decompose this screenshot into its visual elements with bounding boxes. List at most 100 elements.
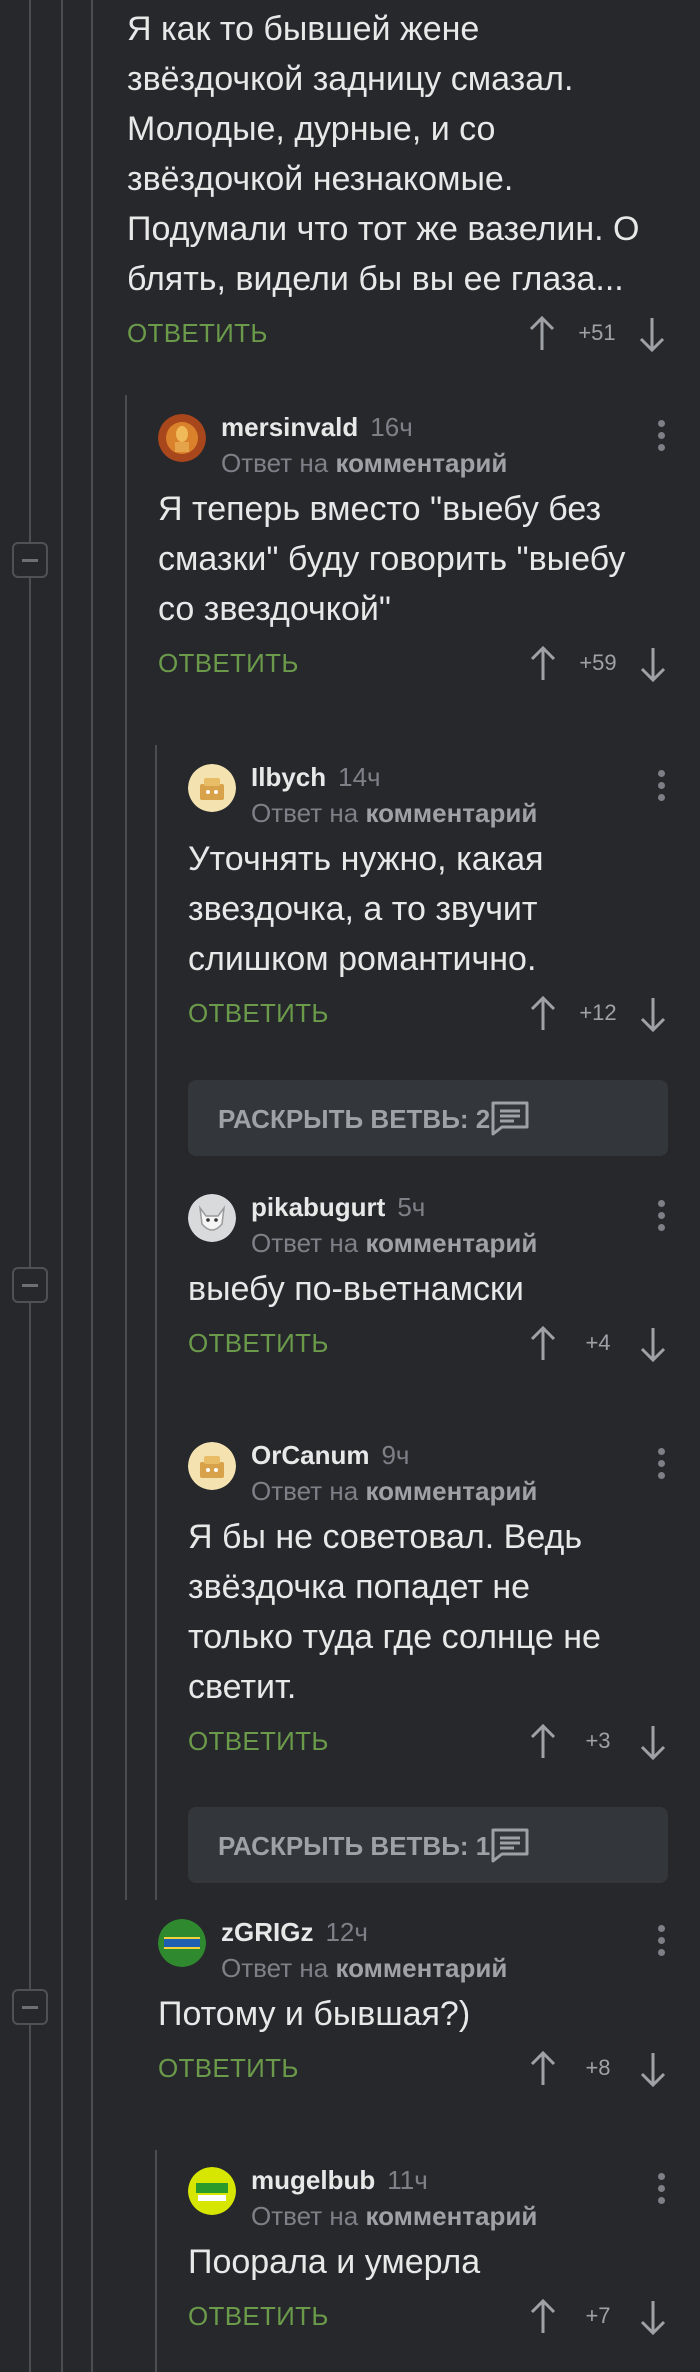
comment: OrCanum 9ч Ответ на комментарий Я бы не с… — [188, 1440, 668, 1770]
reply-button[interactable]: ОТВЕТИТЬ — [158, 2053, 299, 2084]
more-options-icon[interactable] — [654, 1200, 668, 1234]
more-options-icon[interactable] — [654, 1448, 668, 1482]
score-value: +3 — [585, 1728, 611, 1753]
reply-to-link[interactable]: комментарий — [365, 1476, 537, 1506]
comment-actions: ОТВЕТИТЬ +51 — [127, 312, 667, 362]
score-value: +59 — [579, 650, 617, 675]
downvote-icon[interactable] — [637, 316, 667, 352]
user-avatar-icon[interactable] — [188, 2167, 236, 2215]
reply-button[interactable]: ОТВЕТИТЬ — [188, 2301, 329, 2332]
comment-text-line: только туда где солнце не — [188, 1618, 601, 1656]
vote-control: +59 — [528, 642, 668, 682]
username[interactable]: Ilbych 14ч — [251, 762, 381, 793]
upvote-icon[interactable] — [527, 316, 557, 352]
comment-actions: ОТВЕТИТЬ +59 — [158, 642, 668, 692]
comment-time: 9ч — [381, 1440, 410, 1470]
comment-header: Ilbych 14ч Ответ на комментарий — [188, 762, 668, 829]
username[interactable]: zGRIGz 12ч — [221, 1917, 368, 1948]
comment-text-line: Я теперь вместо "выебу без — [158, 490, 602, 528]
reply-to: Ответ на комментарий — [221, 1953, 507, 1984]
more-options-icon[interactable] — [654, 2173, 668, 2207]
comment-actions: ОТВЕТИТЬ +4 — [188, 1322, 668, 1372]
comments-icon — [490, 1827, 530, 1863]
comment-text-line: со звездочкой" — [158, 590, 391, 628]
default-avatar-icon[interactable] — [188, 764, 236, 812]
comment-header: zGRIGz 12ч Ответ на комментарий — [158, 1917, 668, 1984]
downvote-icon[interactable] — [638, 646, 668, 682]
reply-to-link[interactable]: комментарий — [365, 798, 537, 828]
upvote-icon[interactable] — [528, 1326, 558, 1362]
comment-text-line: звёздочкой задницу смазал. — [127, 60, 574, 98]
comment-text-line: Поорала и умерла — [188, 2243, 481, 2281]
upvote-icon[interactable] — [528, 2051, 558, 2087]
username-text[interactable]: mugelbub — [251, 2165, 375, 2195]
vote-control: +4 — [528, 1322, 668, 1362]
comment-text-line: Уточнять нужно, какая — [188, 840, 544, 878]
reply-button[interactable]: ОТВЕТИТЬ — [188, 998, 329, 1029]
reply-to-label: Ответ на — [221, 448, 329, 478]
collapse-thread-button[interactable] — [12, 542, 48, 578]
vote-control: +51 — [527, 312, 667, 352]
reply-to-label: Ответ на — [251, 798, 359, 828]
upvote-icon[interactable] — [528, 646, 558, 682]
more-options-icon[interactable] — [654, 1925, 668, 1959]
username[interactable]: pikabugurt 5ч — [251, 1192, 425, 1223]
reply-to: Ответ на комментарий — [251, 2201, 537, 2232]
username-text[interactable]: pikabugurt — [251, 1192, 385, 1222]
reply-button[interactable]: ОТВЕТИТЬ — [188, 1726, 329, 1757]
more-options-icon[interactable] — [654, 420, 668, 454]
reply-to-label: Ответ на — [251, 1228, 359, 1258]
collapse-thread-button[interactable] — [12, 1267, 48, 1303]
username[interactable]: mersinvald 16ч — [221, 412, 413, 443]
reply-to: Ответ на комментарий — [251, 798, 537, 829]
comment-text-line: Подумали что тот же вазелин. О — [127, 210, 640, 248]
comment: zGRIGz 12ч Ответ на комментарий Потому и … — [158, 1917, 668, 2097]
user-avatar-icon[interactable] — [158, 1919, 206, 1967]
username-text[interactable]: zGRIGz — [221, 1917, 313, 1947]
expand-branch-button[interactable]: РАСКРЫТЬ ВЕТВЬ: 1 — [188, 1807, 668, 1883]
comment-header: OrCanum 9ч Ответ на комментарий — [188, 1440, 668, 1506]
downvote-icon[interactable] — [638, 2299, 668, 2335]
downvote-icon[interactable] — [638, 1326, 668, 1362]
more-options-icon[interactable] — [654, 770, 668, 804]
default-avatar-icon[interactable] — [188, 1442, 236, 1490]
comment-text: Поорала и умерла — [188, 2237, 668, 2287]
score-value: +51 — [578, 320, 616, 345]
downvote-icon[interactable] — [638, 996, 668, 1032]
comment-text-line: светит. — [188, 1668, 297, 1706]
reply-to-label: Ответ на — [251, 1476, 359, 1506]
downvote-icon[interactable] — [638, 1724, 668, 1760]
user-avatar-icon[interactable] — [158, 414, 206, 462]
username[interactable]: mugelbub 11ч — [251, 2165, 428, 2196]
comment-time: 5ч — [397, 1192, 426, 1222]
score-value: +12 — [579, 1000, 617, 1025]
reply-button[interactable]: ОТВЕТИТЬ — [127, 318, 268, 349]
reply-button[interactable]: ОТВЕТИТЬ — [158, 648, 299, 679]
collapse-thread-button[interactable] — [12, 1989, 48, 2025]
upvote-icon[interactable] — [528, 2299, 558, 2335]
comment-text: Потому и бывшая?) — [158, 1989, 668, 2039]
comment-text: Я теперь вместо "выебу без смазки" буду … — [158, 484, 668, 634]
username[interactable]: OrCanum 9ч — [251, 1440, 409, 1471]
reply-to: Ответ на комментарий — [251, 1228, 537, 1259]
score-value: +8 — [585, 2055, 611, 2080]
reply-to-link[interactable]: комментарий — [335, 1953, 507, 1983]
thread-line — [125, 395, 127, 1900]
downvote-icon[interactable] — [638, 2051, 668, 2087]
reply-to-link[interactable]: комментарий — [365, 1228, 537, 1258]
username-text[interactable]: mersinvald — [221, 412, 358, 442]
reply-to-link[interactable]: комментарий — [335, 448, 507, 478]
comment-text-line: Я как то бывшей жене — [127, 10, 480, 48]
reply-button[interactable]: ОТВЕТИТЬ — [188, 1328, 329, 1359]
vote-control: +12 — [528, 992, 668, 1032]
upvote-icon[interactable] — [528, 1724, 558, 1760]
comment-text-line: слишком романтично. — [188, 940, 537, 978]
username-text[interactable]: OrCanum — [251, 1440, 369, 1470]
reply-to-link[interactable]: комментарий — [365, 2201, 537, 2231]
expand-branch-button[interactable]: РАСКРЫТЬ ВЕТВЬ: 2 — [188, 1080, 668, 1156]
thread-line — [61, 0, 63, 2372]
comment-text-line: звездочка, а то звучит — [188, 890, 538, 928]
upvote-icon[interactable] — [528, 996, 558, 1032]
username-text[interactable]: Ilbych — [251, 762, 326, 792]
dog-avatar-icon[interactable] — [188, 1194, 236, 1242]
